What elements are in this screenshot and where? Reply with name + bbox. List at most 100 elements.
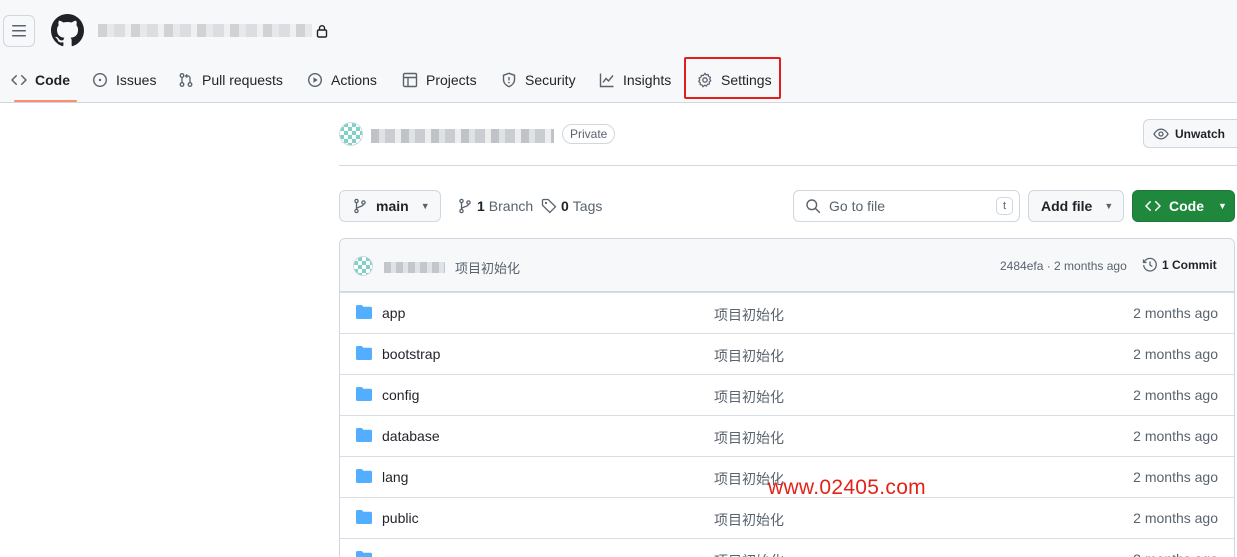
commit-count-label: 1 Commit (1162, 258, 1217, 272)
file-row[interactable]: 项目初始化 2 months ago (340, 538, 1234, 557)
file-row[interactable]: database 项目初始化 2 months ago (340, 415, 1234, 456)
tab-label: Code (35, 72, 70, 88)
graph-icon (599, 73, 614, 88)
go-to-file-search[interactable]: t (793, 190, 1020, 222)
branches-link[interactable]: 1 Branch (457, 198, 533, 214)
code-button[interactable]: Code ▼ (1132, 190, 1235, 222)
folder-icon (356, 551, 372, 557)
tag-icon (541, 198, 557, 214)
file-name-link[interactable]: config (382, 387, 419, 403)
settings-highlight-box (684, 57, 781, 99)
eye-icon (1153, 128, 1169, 139)
file-commit-date: 2 months ago (1133, 428, 1218, 444)
play-icon (307, 72, 323, 88)
search-input[interactable] (829, 198, 989, 214)
file-name-link[interactable]: database (382, 428, 440, 444)
file-commit-date: 2 months ago (1133, 469, 1218, 485)
three-bars-icon (12, 25, 26, 37)
git-branch-icon (459, 198, 471, 214)
menu-button[interactable] (3, 15, 35, 47)
commits-history-link[interactable]: 1 Commit (1142, 257, 1217, 273)
shield-icon (502, 72, 516, 88)
caret-down-icon: ▼ (1218, 201, 1227, 211)
tab-label: Security (525, 72, 576, 88)
unwatch-button[interactable]: Unwatch (1143, 119, 1237, 148)
tab-issues[interactable]: Issues (92, 58, 156, 102)
tab-label: Projects (426, 72, 477, 88)
git-pull-request-icon (179, 73, 193, 87)
table-icon (402, 72, 418, 88)
add-file-label: Add file (1041, 198, 1093, 214)
folder-icon (356, 305, 372, 319)
branch-name: main (376, 198, 409, 214)
search-icon (806, 199, 821, 214)
owner-avatar[interactable] (339, 122, 363, 146)
code-button-label: Code (1169, 198, 1204, 214)
repo-path-redacted[interactable] (98, 24, 312, 37)
file-row[interactable]: app 项目初始化 2 months ago (340, 292, 1234, 333)
caret-down-icon: ▼ (1104, 201, 1114, 211)
file-commit-date: 2 months ago (1133, 551, 1218, 557)
file-commit-message[interactable]: 项目初始化 (714, 305, 784, 325)
file-row[interactable]: public 项目初始化 2 months ago (340, 497, 1234, 538)
repo-title-redacted[interactable] (371, 129, 554, 143)
lock-icon (316, 25, 328, 38)
file-commit-date: 2 months ago (1133, 510, 1218, 526)
github-mark-icon[interactable] (51, 14, 84, 47)
issue-opened-icon (92, 72, 108, 88)
tab-label: Pull requests (202, 72, 283, 88)
file-table: 项目初始化 2484efa · 2 months ago 1 Commit ap… (339, 238, 1235, 557)
tab-security[interactable]: Security (501, 58, 576, 102)
tab-actions[interactable]: Actions (307, 58, 377, 102)
tag-label: Tags (572, 198, 603, 214)
file-commit-message[interactable]: 项目初始化 (714, 551, 784, 557)
tab-label: Issues (116, 72, 157, 88)
folder-icon (356, 346, 372, 360)
tags-link[interactable]: 0 Tags (541, 198, 602, 214)
folder-icon (356, 510, 372, 524)
unwatch-label: Unwatch (1175, 126, 1226, 141)
file-commit-message[interactable]: 项目初始化 (714, 387, 784, 407)
branch-label: Branch (488, 198, 534, 214)
code-icon (1145, 200, 1161, 212)
file-commit-date: 2 months ago (1133, 387, 1218, 403)
tab-label: Insights (623, 72, 672, 88)
history-icon (1142, 257, 1157, 272)
divider (339, 165, 1237, 166)
folder-icon (356, 469, 372, 483)
file-commit-message[interactable]: 项目初始化 (714, 428, 784, 448)
branch-select-button[interactable]: main ▼ (339, 190, 441, 222)
file-commit-message[interactable]: 项目初始化 (714, 510, 784, 530)
tab-pull-requests[interactable]: Pull requests (178, 58, 283, 102)
committer-avatar[interactable] (353, 256, 373, 276)
tab-projects[interactable]: Projects (402, 58, 477, 102)
latest-commit-row: 项目初始化 2484efa · 2 months ago 1 Commit (340, 239, 1234, 292)
tab-label: Actions (331, 72, 377, 88)
file-commit-message[interactable]: 项目初始化 (714, 346, 784, 366)
add-file-button[interactable]: Add file ▼ (1028, 190, 1124, 222)
committer-name-redacted[interactable] (384, 262, 445, 273)
file-name-link[interactable]: app (382, 305, 405, 321)
watermark-text: www.02405.com (768, 476, 926, 499)
file-commit-date: 2 months ago (1133, 305, 1218, 321)
folder-icon (356, 387, 372, 401)
commit-meta[interactable]: 2484efa · 2 months ago (1000, 259, 1127, 273)
file-row[interactable]: config 项目初始化 2 months ago (340, 374, 1234, 415)
keyboard-shortcut-hint: t (996, 197, 1013, 215)
git-branch-icon (354, 198, 366, 214)
file-commit-date: 2 months ago (1133, 346, 1218, 362)
branch-count: 1 (477, 198, 485, 214)
commit-message[interactable]: 项目初始化 (455, 258, 520, 277)
tag-count: 0 (561, 198, 569, 214)
file-name-link[interactable]: bootstrap (382, 346, 440, 362)
folder-icon (356, 428, 372, 442)
caret-down-icon: ▼ (420, 201, 430, 211)
tab-insights[interactable]: Insights (599, 58, 671, 102)
file-row[interactable]: bootstrap 项目初始化 2 months ago (340, 333, 1234, 374)
file-name-link[interactable]: lang (382, 469, 408, 485)
code-icon (11, 74, 27, 86)
file-name-link[interactable]: public (382, 510, 419, 526)
tab-code[interactable]: Code (11, 58, 77, 102)
visibility-badge: Private (562, 124, 616, 144)
repo-header: Code Issues Pull requests Actions Projec… (0, 0, 1237, 103)
